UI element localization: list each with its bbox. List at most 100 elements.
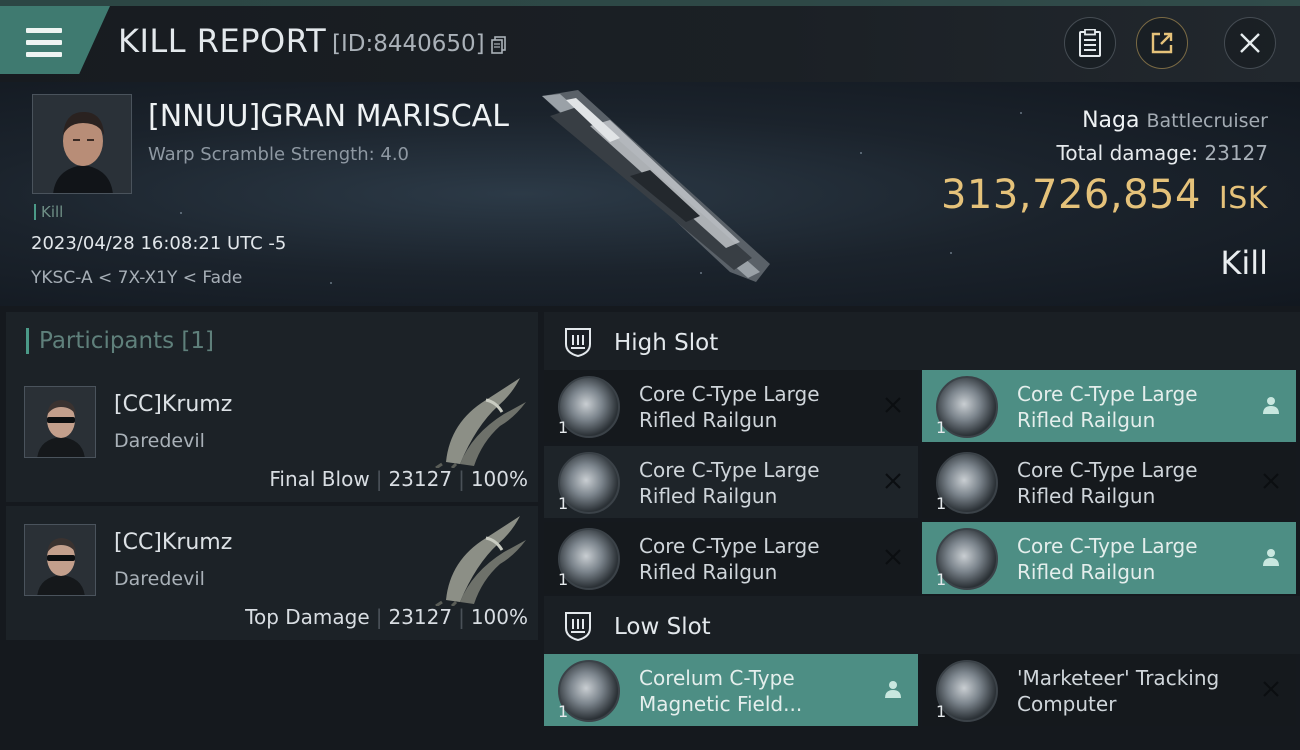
module-name-line2: Rifled Railgun (639, 484, 778, 508)
module-name: Corelum C-Type Magnetic Field... (639, 665, 869, 717)
module-name: Core C-Type Large Rifled Railgun (1017, 457, 1247, 509)
x-mark-icon (885, 549, 901, 565)
module-quantity: 1 (936, 418, 947, 437)
person-icon (1263, 549, 1279, 566)
module-name-line2: Rifled Railgun (1017, 484, 1156, 508)
module-quantity: 1 (936, 494, 947, 513)
fitting-panel: High Slot 1 Core C-Type Large Rifled Railg… (540, 306, 1300, 750)
module-item[interactable]: 1 Core C-Type Large Rifled Railgun (544, 370, 918, 442)
victim-ship-image[interactable] (520, 86, 790, 286)
share-button[interactable] (1136, 17, 1188, 69)
module-quantity: 1 (936, 570, 947, 589)
participant-damage: 23127 (388, 467, 453, 491)
participant-ship-image[interactable] (416, 510, 536, 606)
participant-damage: 23127 (388, 605, 453, 629)
isk-amount: 313,726,854 (940, 172, 1201, 218)
participant-row[interactable]: [CC]Krumz Daredevil Final Blow | 23127 | 100… (6, 368, 538, 502)
module-quantity: 1 (936, 702, 947, 721)
module-name: 'Marketeer' Tracking Computer (1017, 665, 1247, 717)
total-damage-value: 23127 (1204, 141, 1268, 165)
module-item[interactable]: 1 Core C-Type Large Rifled Railgun (922, 446, 1296, 518)
module-name-line2: Computer (1017, 692, 1117, 716)
low-slot-header: Low Slot (544, 596, 1300, 654)
clipboard-icon (1079, 29, 1101, 57)
participant-row[interactable]: [CC]Krumz Daredevil Top Damage | 23127 | 100… (6, 506, 538, 640)
hamburger-menu-icon (26, 28, 62, 58)
module-name: Core C-Type Large Rifled Railgun (1017, 533, 1247, 585)
module-name-line2: Magnetic Field... (639, 692, 803, 716)
module-name-line1: Core C-Type Large (1017, 458, 1198, 482)
victim-name[interactable]: [NNUU]GRAN MARISCAL (148, 99, 509, 134)
module-item[interactable]: 1 Core C-Type Large Rifled Railgun (922, 370, 1296, 442)
high-slot-label: High Slot (614, 330, 719, 356)
module-name-line1: Core C-Type Large (639, 458, 820, 482)
participants-panel: Participants [1] [CC]Krumz Daredevil Fin… (0, 306, 540, 750)
participant-avatar[interactable] (24, 386, 96, 458)
kill-tag: Kill (34, 204, 63, 220)
report-id: [ID:8440650] (332, 31, 485, 57)
module-name-line2: Rifled Railgun (639, 408, 778, 432)
x-mark-icon (885, 473, 901, 489)
participants-title: Participants [1] (26, 328, 214, 354)
copy-icon[interactable] (491, 36, 507, 54)
isk-unit: ISK (1218, 181, 1268, 216)
module-item[interactable]: 1 'Marketeer' Tracking Computer (922, 654, 1296, 726)
total-damage-label: Total damage: (1056, 141, 1199, 165)
high-slot-header: High Slot (544, 312, 1300, 370)
kill-datetime: 2023/04/28 16:08:21 UTC -5 (31, 233, 287, 254)
x-mark-icon (1263, 681, 1279, 697)
module-name-line1: Core C-Type Large (639, 382, 820, 406)
close-icon (1240, 33, 1260, 53)
kill-location[interactable]: YKSC-A < 7X-X1Y < Fade (31, 268, 242, 288)
top-bar: KILL REPORT [ID:8440650] (0, 0, 1300, 82)
module-item[interactable]: 1 Core C-Type Large Rifled Railgun (922, 522, 1296, 594)
x-mark-icon (885, 397, 901, 413)
isk-value: 313,726,854 ISK (941, 172, 1268, 218)
module-name-line1: Core C-Type Large (639, 534, 820, 558)
module-name-line1: Core C-Type Large (1017, 534, 1198, 558)
person-icon (1263, 397, 1279, 414)
page-title: KILL REPORT (118, 22, 327, 60)
module-name: Core C-Type Large Rifled Railgun (639, 533, 869, 585)
participant-avatar[interactable] (24, 524, 96, 596)
participants-label: Participants (39, 328, 175, 354)
module-name-line2: Rifled Railgun (1017, 560, 1156, 584)
low-slot-icon (565, 612, 591, 642)
participant-stats: Final Blow | 23127 | 100% (269, 467, 528, 491)
module-name-line1: Corelum C-Type (639, 666, 795, 690)
close-button[interactable] (1224, 17, 1276, 69)
module-name-line1: Core C-Type Large (1017, 382, 1198, 406)
module-quantity: 1 (558, 702, 569, 721)
low-slot-label: Low Slot (614, 614, 711, 640)
victim-ship[interactable]: Naga Battlecruiser (1082, 108, 1268, 133)
participant-name[interactable]: [CC]Krumz (114, 392, 232, 417)
participant-ship: Daredevil (114, 568, 205, 590)
participants-count: [1] (181, 328, 215, 354)
module-item[interactable]: 1 Core C-Type Large Rifled Railgun (544, 446, 918, 518)
module-item[interactable]: 1 Corelum C-Type Magnetic Field... (544, 654, 918, 726)
participant-name[interactable]: [CC]Krumz (114, 530, 232, 555)
share-icon (1151, 32, 1173, 54)
participants-header: Participants [1] (6, 312, 538, 370)
x-mark-icon (1263, 473, 1279, 489)
kill-result: Kill (1220, 244, 1268, 282)
participant-role: Final Blow (269, 467, 370, 491)
participant-stats: Top Damage | 23127 | 100% (245, 605, 528, 629)
total-damage: Total damage: 23127 (1057, 141, 1268, 165)
module-item[interactable]: 1 Core C-Type Large Rifled Railgun (544, 522, 918, 594)
victim-avatar[interactable] (32, 94, 132, 194)
participant-percent: 100% (470, 467, 528, 491)
module-name-line2: Rifled Railgun (1017, 408, 1156, 432)
menu-button[interactable] (0, 6, 110, 74)
module-name-line2: Rifled Railgun (639, 560, 778, 584)
ship-class: Battlecruiser (1146, 110, 1268, 132)
module-quantity: 1 (558, 494, 569, 513)
module-name: Core C-Type Large Rifled Railgun (1017, 381, 1247, 433)
participant-ship: Daredevil (114, 430, 205, 452)
module-name: Core C-Type Large Rifled Railgun (639, 457, 869, 509)
module-name: Core C-Type Large Rifled Railgun (639, 381, 869, 433)
clipboard-button[interactable] (1064, 17, 1116, 69)
person-icon (885, 681, 901, 698)
warp-scramble-strength: Warp Scramble Strength: 4.0 (148, 144, 410, 165)
participant-ship-image[interactable] (416, 372, 536, 468)
